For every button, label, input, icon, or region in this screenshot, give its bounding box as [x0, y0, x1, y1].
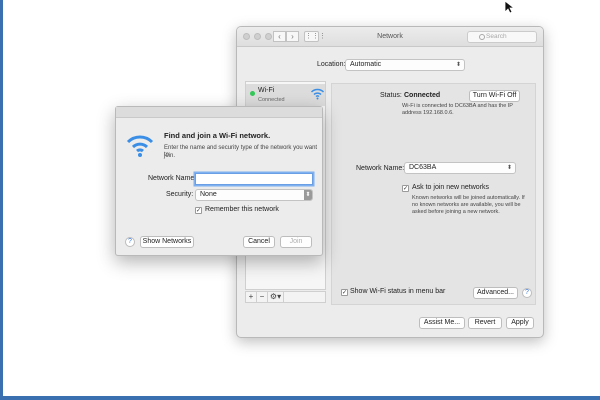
- security-label: Security:: [166, 191, 194, 198]
- location-label: Location:: [317, 61, 346, 68]
- show-wifi-status-label: Show Wi-Fi status in menu bar: [350, 288, 446, 295]
- status-value: Connected: [404, 92, 441, 99]
- sidebar-item-name: Wi-Fi: [258, 87, 275, 94]
- desktop-edge-bottom: [0, 396, 600, 400]
- dialog-description-line-2: join.: [164, 153, 176, 159]
- advanced-button[interactable]: Advanced...: [473, 287, 518, 299]
- remember-network-label: Remember this network: [205, 206, 279, 213]
- security-value: None: [200, 191, 217, 198]
- title-bar: ‹ › ⋮⋮⋮ Network Search: [237, 27, 543, 47]
- wifi-icon: [126, 135, 154, 157]
- dialog-network-name-label: Network Name:: [148, 175, 197, 182]
- apply-button[interactable]: Apply: [506, 317, 534, 329]
- show-wifi-status-checkbox[interactable]: ✓: [341, 289, 348, 296]
- ask-to-join-detail-1: Known networks will be joined automatica…: [412, 195, 525, 201]
- security-select[interactable]: None ⬍: [195, 189, 313, 201]
- wifi-settings-panel: Status: Connected Turn Wi-Fi Off Wi-Fi i…: [331, 83, 536, 305]
- cancel-button[interactable]: Cancel: [243, 236, 275, 248]
- gear-menu-button[interactable]: ⚙▾: [268, 292, 284, 302]
- dialog-help-button[interactable]: ?: [125, 237, 135, 247]
- network-name-input[interactable]: [195, 173, 313, 185]
- dialog-description-line-1: Enter the name and security type of the …: [164, 145, 318, 158]
- sidebar-item-wifi[interactable]: Wi-Fi Connected: [246, 84, 325, 106]
- location-select[interactable]: Automatic ⬍: [345, 59, 465, 71]
- chevron-updown-icon: ⬍: [455, 62, 461, 68]
- status-detail-line-2: address 192.168.0.6.: [402, 110, 454, 116]
- status-detail-line-1: Wi-Fi is connected to DC63BA and has the…: [402, 103, 513, 109]
- search-field[interactable]: Search: [467, 31, 537, 43]
- dialog-title: Find and join a Wi-Fi network.: [164, 131, 271, 140]
- ask-to-join-detail-2: no known networks are available, you wil…: [412, 202, 521, 208]
- connected-status-dot: [250, 91, 255, 96]
- dialog-title-bar: [116, 107, 322, 118]
- turn-wifi-off-button[interactable]: Turn Wi-Fi Off: [469, 90, 520, 102]
- show-networks-button[interactable]: Show Networks: [140, 236, 194, 248]
- network-name-value: DC63BA: [409, 164, 437, 171]
- add-service-button[interactable]: +: [246, 292, 257, 302]
- remove-service-button[interactable]: −: [257, 292, 268, 302]
- remember-network-checkbox[interactable]: ✓: [195, 207, 202, 214]
- chevron-updown-icon: ⬍: [506, 165, 512, 171]
- ask-to-join-checkbox[interactable]: ✓: [402, 185, 409, 192]
- sidebar-item-status: Connected: [258, 97, 285, 103]
- desktop-edge-left: [0, 0, 3, 400]
- search-placeholder: Search: [486, 33, 507, 40]
- wifi-icon: [310, 88, 325, 100]
- join-wifi-dialog: Find and join a Wi-Fi network. Enter the…: [115, 106, 323, 256]
- status-label: Status:: [380, 92, 402, 99]
- search-icon: [479, 34, 485, 40]
- service-list-toolbar: + − ⚙▾: [245, 291, 326, 303]
- network-name-select[interactable]: DC63BA ⬍: [404, 162, 516, 174]
- ask-to-join-label: Ask to join new networks: [412, 184, 490, 191]
- network-name-label: Network Name:: [356, 165, 405, 172]
- assist-me-button[interactable]: Assist Me...: [419, 317, 465, 329]
- ask-to-join-detail-3: asked before joining a new network.: [412, 209, 500, 215]
- help-button[interactable]: ?: [522, 288, 532, 298]
- chevron-updown-icon: ⬍: [304, 190, 312, 200]
- mouse-pointer-icon: [504, 0, 516, 14]
- join-button[interactable]: Join: [280, 236, 312, 248]
- revert-button[interactable]: Revert: [468, 317, 502, 329]
- location-value: Automatic: [350, 61, 382, 68]
